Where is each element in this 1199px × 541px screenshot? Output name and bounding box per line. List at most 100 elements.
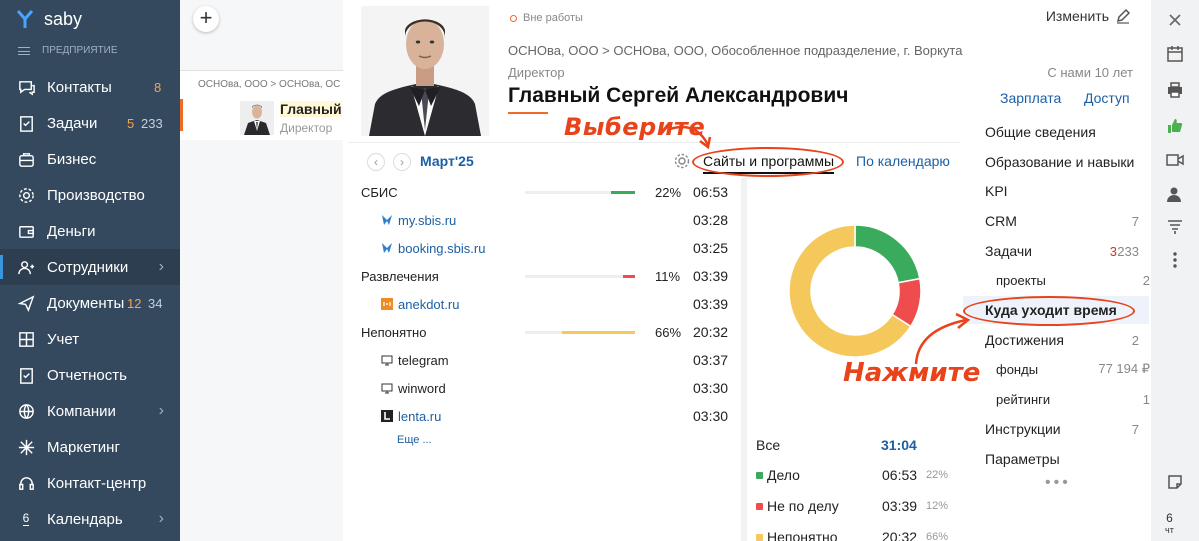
menu-item-instructions[interactable]: Инструкции 7	[985, 415, 1151, 443]
video-button[interactable]	[1163, 148, 1187, 172]
list-item[interactable]: anekdot.ru 03:39	[348, 290, 738, 318]
name-underline	[508, 112, 548, 114]
list-item[interactable]: СБИС 22% 06:53	[348, 178, 738, 206]
list-item[interactable]: winword 03:30	[348, 374, 738, 402]
legend-percent: 66%	[926, 531, 949, 541]
period-selector[interactable]: Март'25	[420, 153, 474, 169]
org-breadcrumb[interactable]: ОСНОва, ООО > ОСНОва, ООО, Обособленное …	[508, 43, 962, 58]
callout-arrow-icon	[914, 312, 971, 365]
nav-money[interactable]: Деньги	[0, 213, 180, 249]
menu-item-general[interactable]: Общие сведения	[985, 118, 1151, 146]
menu-item-funds[interactable]: фонды 77 194 ₽	[996, 355, 1162, 383]
access-link[interactable]: Доступ	[1084, 90, 1130, 106]
list-item[interactable]: booking.sbis.ru 03:25	[348, 234, 738, 262]
edit-button[interactable]: Изменить	[1046, 8, 1131, 24]
menu-badge: 2	[1142, 272, 1150, 288]
app-name: telegram	[398, 352, 449, 368]
saby-logo[interactable]: saby	[16, 8, 82, 30]
nav-reports[interactable]: Отчетность	[0, 357, 180, 393]
legend-percent: 22%	[926, 469, 949, 481]
nav-accounting[interactable]: Учет	[0, 321, 180, 357]
list-item[interactable]: telegram 03:37	[348, 346, 738, 374]
menu-item-achievements[interactable]: Достижения 2	[985, 326, 1151, 354]
filter-button[interactable]	[1163, 214, 1187, 238]
prev-month-button[interactable]: ‹	[367, 153, 385, 171]
share-bar-fill	[622, 274, 635, 278]
menu-item-projects[interactable]: проекты 2	[996, 266, 1162, 294]
people-icon	[16, 257, 36, 277]
nav-count-total: 233	[141, 115, 163, 131]
more-vertical-icon	[1173, 252, 1177, 268]
work-status: Вне работы	[510, 12, 583, 24]
list-item[interactable]: ОСНОва, ООО > ОСНОва, ОС Главный Директо…	[180, 70, 345, 140]
nav-contact-center[interactable]: Контакт-центр	[0, 465, 180, 501]
next-month-button[interactable]: ›	[393, 153, 411, 171]
legend-label: Дело	[767, 467, 800, 483]
nav-count-new: 12	[127, 295, 142, 311]
nav-marketing[interactable]: Маркетинг	[0, 429, 180, 465]
menu-item-tasks[interactable]: Задачи 3 233	[985, 237, 1151, 265]
donut-chart	[788, 224, 922, 358]
globe-icon	[16, 401, 36, 421]
nav-employees[interactable]: Сотрудники ›	[0, 249, 180, 285]
share-percent: 22%	[655, 184, 682, 200]
list-item[interactable]: lenta.ru 03:30	[348, 402, 738, 430]
today-day: 6	[1166, 511, 1173, 525]
chevron-right-icon: ›	[158, 510, 164, 527]
list-item[interactable]: Развлечения 11% 03:39	[348, 262, 738, 290]
menu-item-parameters[interactable]: Параметры	[985, 445, 1151, 473]
nav-companies[interactable]: Компании ›	[0, 393, 180, 429]
legend-time: 03:39	[882, 498, 918, 514]
donut-slice[interactable]	[854, 224, 921, 284]
nav-label: Компании	[47, 402, 116, 420]
list-item[interactable]: Непонятно 66% 20:32	[348, 318, 738, 346]
site-name: lenta.ru	[398, 408, 442, 424]
section-switcher[interactable]: ПРЕДПРИЯТИЕ	[18, 45, 118, 56]
printer-icon	[1168, 82, 1182, 98]
nav-label: Документы	[47, 294, 125, 312]
legend-item[interactable]: Не по делу 03:39 12%	[756, 496, 956, 516]
nav-label: Контакт-центр	[47, 474, 147, 492]
like-button[interactable]	[1163, 114, 1187, 138]
chat-icon	[16, 77, 36, 97]
user-button[interactable]	[1163, 182, 1187, 206]
nav-documents[interactable]: Документы 12 34	[0, 285, 180, 321]
print-button[interactable]	[1163, 78, 1187, 102]
list-item[interactable]: my.sbis.ru 03:28	[348, 206, 738, 234]
more-dots-button[interactable]: •••	[1045, 474, 1071, 492]
menu-label: проекты	[996, 272, 1046, 288]
share-bar-fill	[562, 330, 635, 334]
employee-list: + ОСНОва, ООО > ОСНОва, ОС Главный Дирек…	[180, 0, 345, 541]
close-button[interactable]	[1163, 8, 1187, 32]
salary-link[interactable]: Зарплата	[1000, 90, 1061, 106]
nav-label: Календарь	[47, 510, 123, 528]
settings-gear-icon[interactable]	[673, 152, 691, 170]
menu-item-ratings[interactable]: рейтинги 1	[996, 385, 1162, 413]
report-icon	[16, 365, 36, 385]
nav-contacts[interactable]: Контакты 8	[0, 69, 180, 105]
nav-production[interactable]: Производство	[0, 177, 180, 213]
nav-tasks[interactable]: Задачи 5 233	[0, 105, 180, 141]
nav-label: Контакты	[47, 78, 112, 96]
today-date[interactable]: 6 чт	[1165, 512, 1174, 536]
add-button[interactable]: +	[193, 6, 219, 32]
site-entry: anekdot.ru	[381, 297, 459, 312]
share-bar	[525, 330, 635, 334]
show-more-link[interactable]: Еще ...	[397, 434, 432, 446]
nav-label: Сотрудники	[47, 258, 129, 276]
nav-calendar[interactable]: 6 Календарь ›	[0, 501, 180, 537]
legend-item[interactable]: Дело 06:53 22%	[756, 465, 956, 485]
app-name: winword	[398, 380, 446, 396]
sites-list: СБИС 22% 06:53 my.sbis.ru 03:28 booking.…	[348, 178, 740, 541]
menu-item-kpi[interactable]: KPI	[985, 177, 1151, 205]
time-value: 03:30	[693, 380, 729, 396]
nav-business[interactable]: Бизнес	[0, 141, 180, 177]
menu-item-education[interactable]: Образование и навыки	[985, 148, 1151, 176]
more-button[interactable]	[1163, 248, 1187, 272]
note-button[interactable]	[1163, 470, 1187, 494]
business-icon	[16, 149, 36, 169]
menu-item-crm[interactable]: CRM 7	[985, 207, 1151, 235]
legend-item[interactable]: Непонятно 20:32 66%	[756, 527, 956, 541]
calendar-button[interactable]	[1163, 42, 1187, 66]
tab-by-calendar[interactable]: По календарю	[856, 153, 950, 169]
